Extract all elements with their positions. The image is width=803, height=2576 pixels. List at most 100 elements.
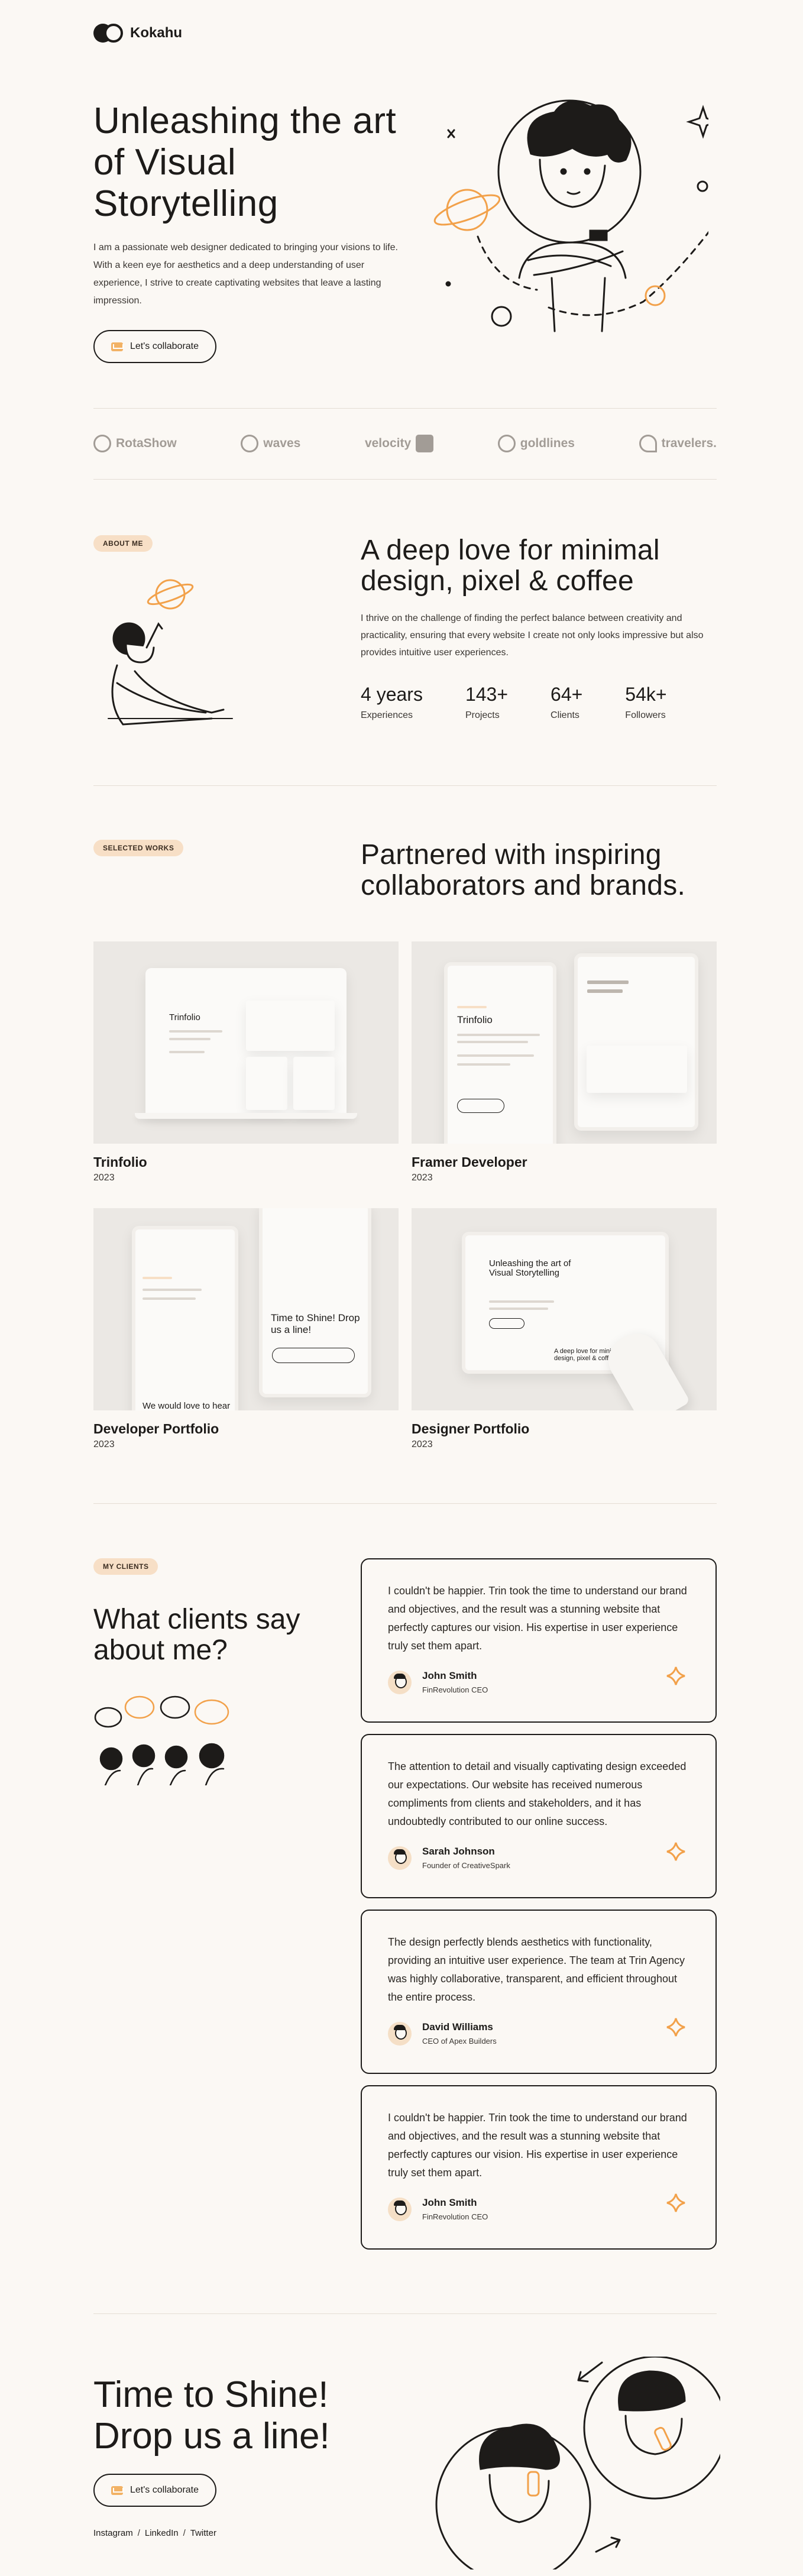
divider bbox=[93, 408, 717, 409]
phone-mockup-secondary: Time to Shine! Drop us a line! bbox=[259, 1208, 371, 1397]
instagram-link[interactable]: Instagram bbox=[93, 2528, 133, 2538]
author-role: FinRevolution CEO bbox=[422, 1685, 488, 1694]
waves-icon bbox=[241, 435, 259, 452]
mail-icon bbox=[111, 2486, 123, 2495]
sparkle-icon bbox=[666, 1666, 685, 1685]
work-card-framer-developer[interactable]: Trinfolio Framer Developer 2023 bbox=[412, 941, 717, 1183]
brand-logo-velocity: velocity bbox=[365, 435, 434, 452]
work-thumbnail: Trinfolio bbox=[93, 941, 399, 1144]
sparkle-icon bbox=[666, 2018, 685, 2037]
astronaut-illustration bbox=[433, 99, 708, 332]
velocity-icon bbox=[416, 435, 434, 452]
sparkle-icon bbox=[666, 1842, 685, 1861]
author-name: David Williams bbox=[422, 2021, 493, 2033]
work-year: 2023 bbox=[412, 1439, 433, 1449]
divider bbox=[93, 1503, 717, 1504]
testimonial-quote: The design perfectly blends aesthetics w… bbox=[388, 1936, 685, 2003]
testimonial-quote: I couldn't be happier. Trin took the tim… bbox=[388, 2112, 687, 2179]
people-talking-illustration bbox=[94, 1695, 229, 1787]
author-name: John Smith bbox=[422, 2197, 477, 2208]
collaborate-button-label: Let's collaborate bbox=[130, 341, 199, 351]
rotashow-icon bbox=[93, 435, 111, 452]
goldlines-icon bbox=[497, 435, 516, 452]
laptop-mockup: Trinfolio bbox=[145, 968, 347, 1116]
clients-intro: MY CLIENTS What clients say about me? bbox=[93, 1558, 330, 1788]
testimonial-quote: The attention to detail and visually cap… bbox=[388, 1761, 687, 1827]
thinking-person-illustration bbox=[108, 579, 233, 726]
sparkle-icon bbox=[666, 2193, 685, 2212]
contact-title: Time to Shine! Drop us a line! bbox=[93, 2374, 330, 2457]
testimonial-author: David Williams CEO of Apex Builders bbox=[388, 2021, 497, 2046]
brand-logo-travelers: travelers. bbox=[639, 435, 717, 452]
testimonial-author: Sarah Johnson Founder of CreativeSpark bbox=[388, 1846, 510, 1870]
brand-logo-goldlines: goldlines bbox=[497, 435, 575, 452]
linkedin-link[interactable]: LinkedIn bbox=[145, 2528, 179, 2538]
clients-section: MY CLIENTS What clients say about me? I … bbox=[93, 1558, 717, 2256]
author-role: FinRevolution CEO bbox=[422, 2212, 488, 2221]
logo-icon[interactable] bbox=[93, 22, 124, 44]
work-year: 2023 bbox=[93, 1439, 115, 1449]
work-card-designer-portfolio[interactable]: Unleashing the art of Visual Storytellin… bbox=[412, 1208, 717, 1450]
works-badge: SELECTED WORKS bbox=[93, 840, 184, 856]
clients-badge: MY CLIENTS bbox=[93, 1558, 158, 1575]
work-card-developer-portfolio[interactable]: We would love to hear From you! Time to … bbox=[93, 1208, 399, 1450]
author-name: Sarah Johnson bbox=[422, 1846, 495, 1857]
contact-section: Time to Shine! Drop us a line! Let's col… bbox=[93, 2357, 720, 2569]
avatar bbox=[388, 1846, 412, 1870]
phone-mockup-secondary bbox=[574, 953, 698, 1131]
travelers-icon bbox=[639, 435, 657, 452]
phone-mockup: Trinfolio bbox=[444, 962, 556, 1144]
testimonial-author: John Smith FinRevolution CEO bbox=[388, 2197, 488, 2221]
avatar bbox=[388, 2197, 412, 2221]
site-header: Kokahu bbox=[93, 22, 717, 44]
works-section: SELECTED WORKS Partnered with inspiring … bbox=[93, 840, 717, 1449]
avatar bbox=[388, 1670, 412, 1694]
logo-text[interactable]: Kokahu bbox=[130, 25, 182, 41]
testimonial-card: The attention to detail and visually cap… bbox=[361, 1734, 717, 1898]
about-section: ABOUT ME A deep love for minimal design,… bbox=[93, 535, 717, 730]
phone-mockup: We would love to hear From you! bbox=[132, 1226, 238, 1410]
work-title: Designer Portfolio bbox=[412, 1421, 530, 1436]
work-title: Trinfolio bbox=[93, 1154, 147, 1170]
work-year: 2023 bbox=[93, 1173, 115, 1183]
avatar bbox=[388, 2021, 412, 2046]
twitter-link[interactable]: Twitter bbox=[190, 2528, 216, 2538]
testimonials-list: I couldn't be happier. Trin took the tim… bbox=[361, 1558, 717, 2261]
work-title: Developer Portfolio bbox=[93, 1421, 219, 1436]
footer-collaborate-button[interactable]: Let's collaborate bbox=[93, 2474, 217, 2507]
divider bbox=[93, 2313, 717, 2314]
work-card-trinfolio[interactable]: Trinfolio Trinfolio 2023 bbox=[93, 941, 399, 1183]
stat-clients: 64+ Clients bbox=[551, 684, 583, 720]
stats-row: 4 years Experiences 143+ Projects 64+ Clien… bbox=[361, 684, 717, 721]
collaborate-button[interactable]: Let's collaborate bbox=[93, 330, 217, 363]
stat-projects: 143+ Projects bbox=[465, 684, 509, 720]
phone-call-illustration bbox=[435, 2357, 720, 2569]
brand-logo-waves: waves bbox=[241, 435, 300, 452]
about-badge: ABOUT ME bbox=[93, 535, 153, 552]
works-title: Partnered with inspiring collaborators a… bbox=[361, 839, 686, 901]
testimonial-author: John Smith FinRevolution CEO bbox=[388, 1670, 488, 1694]
about-title: A deep love for minimal design, pixel & … bbox=[361, 535, 660, 597]
separator: / bbox=[183, 2528, 186, 2538]
about-content: A deep love for minimal design, pixel & … bbox=[361, 535, 717, 721]
author-role: CEO of Apex Builders bbox=[422, 2037, 497, 2046]
separator: / bbox=[137, 2528, 140, 2538]
work-title: Framer Developer bbox=[412, 1154, 527, 1170]
brand-logos: RotaShow waves velocity goldlines travel… bbox=[93, 426, 717, 461]
testimonial-card: I couldn't be happier. Trin took the tim… bbox=[361, 1558, 717, 1723]
author-name: John Smith bbox=[422, 1670, 477, 1681]
brand-logo-rotashow: RotaShow bbox=[93, 435, 177, 452]
testimonial-quote: I couldn't be happier. Trin took the tim… bbox=[388, 1585, 687, 1652]
testimonial-card: The design perfectly blends aesthetics w… bbox=[361, 1910, 717, 2074]
footer-collaborate-button-label: Let's collaborate bbox=[130, 2485, 199, 2495]
hero-description: I am a passionate web designer dedicated… bbox=[93, 242, 398, 306]
works-grid: Trinfolio Trinfolio 2023 Trinfolio Frame… bbox=[93, 941, 717, 1450]
mail-icon bbox=[111, 342, 123, 351]
work-thumbnail: We would love to hear From you! Time to … bbox=[93, 1208, 399, 1410]
clients-title: What clients say about me? bbox=[93, 1604, 300, 1666]
work-thumbnail: Trinfolio bbox=[412, 941, 717, 1144]
work-thumbnail: Unleashing the art of Visual Storytellin… bbox=[412, 1208, 717, 1410]
testimonial-card: I couldn't be happier. Trin took the tim… bbox=[361, 2085, 717, 2250]
divider bbox=[93, 479, 717, 480]
work-year: 2023 bbox=[412, 1173, 433, 1183]
